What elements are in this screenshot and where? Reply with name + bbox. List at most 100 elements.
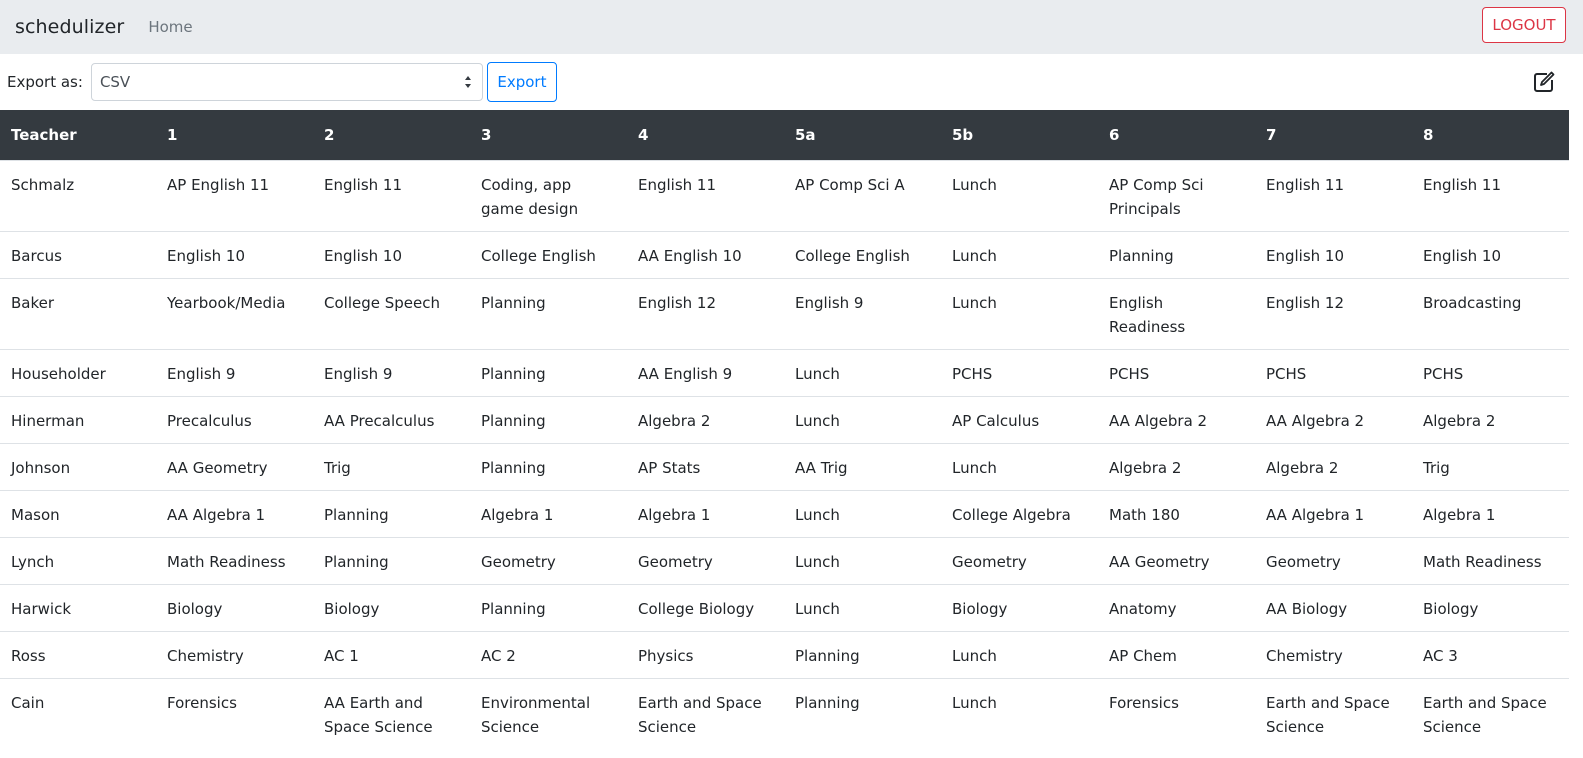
brand-logo[interactable]: schedulizer [15,16,124,38]
class-cell: Lunch [784,395,941,443]
class-cell: Precalculus [156,395,313,443]
table-row: Harwick Biology Biology Planning College Bio… [0,583,1569,631]
class-cell: Forensics [156,677,313,749]
class-cell: Planning [470,395,627,443]
table-row: Johnson AA Geometry Trig Planning AP Stats AA… [0,442,1569,490]
class-cell: AA Biology [1255,583,1412,631]
export-format-select[interactable]: CSV [90,63,483,101]
class-cell: Algebra 2 [627,395,784,443]
table-row: Schmalz AP English 11 English 11 Coding, ap… [0,159,1569,231]
class-cell: AC 2 [470,630,627,678]
table-header-row: Teacher 1 2 3 4 5a 5b 6 7 8 [0,110,1569,160]
class-cell: Geometry [941,536,1098,584]
class-cell: Lunch [784,583,941,631]
column-header-period: 5a [795,125,816,144]
class-cell: Biology [156,583,313,631]
class-cell: Biology [941,583,1098,631]
class-cell: English 10 [313,230,470,278]
column-header-period: 5b [952,125,974,144]
class-cell: AA English 9 [627,348,784,396]
class-cell: Lunch [941,442,1098,490]
class-cell: Chemistry [156,630,313,678]
class-cell: Yearbook/Media [156,277,313,349]
class-cell: Algebra 2 [1412,395,1569,443]
column-header-teacher: Teacher [11,125,77,144]
class-cell: AA Geometry [1098,536,1255,584]
class-cell: Physics [627,630,784,678]
teacher-name-cell: Householder [0,348,156,396]
class-cell: English 11 [1412,159,1569,231]
class-cell: English 11 [313,159,470,231]
column-header-period: 6 [1109,125,1120,144]
table-body: Schmalz AP English 11 English 11 Coding, ap… [0,159,1569,749]
nav-home-link[interactable]: Home [148,18,192,36]
class-cell: PCHS [1255,348,1412,396]
class-cell: Math Readiness [1412,536,1569,584]
class-cell: AP Chem [1098,630,1255,678]
class-cell: English 9 [313,348,470,396]
class-cell: PCHS [941,348,1098,396]
column-header-period: 1 [167,125,178,144]
class-cell: English 12 [627,277,784,349]
class-cell: College English [470,230,627,278]
class-cell: AA Algebra 1 [1255,489,1412,537]
class-cell: Planning [470,348,627,396]
export-label: Export as: [7,73,83,91]
class-cell: AA Earth and Space Science [313,677,470,749]
class-cell: Coding, app game design [470,159,627,231]
export-format-value: CSV [99,73,131,91]
class-cell: College Biology [627,583,784,631]
class-cell: Lunch [941,230,1098,278]
class-cell: English 10 [1255,230,1412,278]
class-cell: Algebra 2 [1098,442,1255,490]
class-cell: AA Geometry [156,442,313,490]
export-button[interactable]: Export [486,62,557,102]
class-cell: AC 3 [1412,630,1569,678]
class-cell: Planning [1098,230,1255,278]
class-cell: Earth and Space Science [627,677,784,749]
class-cell: Earth and Space Science [1255,677,1412,749]
class-cell: Algebra 2 [1255,442,1412,490]
teacher-name-cell: Cain [0,677,156,749]
class-cell: AA Precalculus [313,395,470,443]
class-cell: AP Comp Sci Principals [1098,159,1255,231]
table-row: Barcus English 10 English 10 College Englis… [0,230,1569,278]
class-cell: Earth and Space Science [1412,677,1569,749]
class-cell: Biology [313,583,470,631]
class-cell: English 11 [627,159,784,231]
class-cell: Planning [784,677,941,749]
class-cell: Planning [470,583,627,631]
logout-button[interactable]: LOGOUT [1482,7,1566,43]
class-cell: College English [784,230,941,278]
class-cell: Geometry [627,536,784,584]
class-cell: Math Readiness [156,536,313,584]
table-row: Householder English 9 English 9 Planning AA … [0,348,1569,396]
class-cell: Planning [470,442,627,490]
class-cell: AP Stats [627,442,784,490]
class-cell: English 10 [156,230,313,278]
class-cell: Trig [313,442,470,490]
table-row: Ross Chemistry AC 1 AC 2 Physics Planning Lunc… [0,630,1569,678]
table-row: Lynch Math Readiness Planning Geometry Geome… [0,536,1569,584]
class-cell: English 12 [1255,277,1412,349]
class-cell: Lunch [941,630,1098,678]
table-header: Teacher 1 2 3 4 5a 5b 6 7 8 [0,110,1569,160]
class-cell: Lunch [941,159,1098,231]
class-cell: Trig [1412,442,1569,490]
select-caret-icon [464,76,471,88]
schedule-table: Teacher 1 2 3 4 5a 5b 6 7 8 Schmalz AP English 11 E… [0,110,1569,749]
class-cell: AA Algebra 2 [1098,395,1255,443]
class-cell: AA English 10 [627,230,784,278]
class-cell: English 10 [1412,230,1569,278]
class-cell: English Readiness [1098,277,1255,349]
class-cell: Lunch [941,277,1098,349]
table-row: Hinerman Precalculus AA Precalculus Plannin… [0,395,1569,443]
edit-icon[interactable] [1533,71,1555,93]
export-toolbar: Export as: CSV Export [0,54,1583,110]
class-cell: English 11 [1255,159,1412,231]
class-cell: Math 180 [1098,489,1255,537]
teacher-name-cell: Harwick [0,583,156,631]
class-cell: English 9 [156,348,313,396]
class-cell: AC 1 [313,630,470,678]
table-row: Cain Forensics AA Earth and Space Science E… [0,677,1569,749]
